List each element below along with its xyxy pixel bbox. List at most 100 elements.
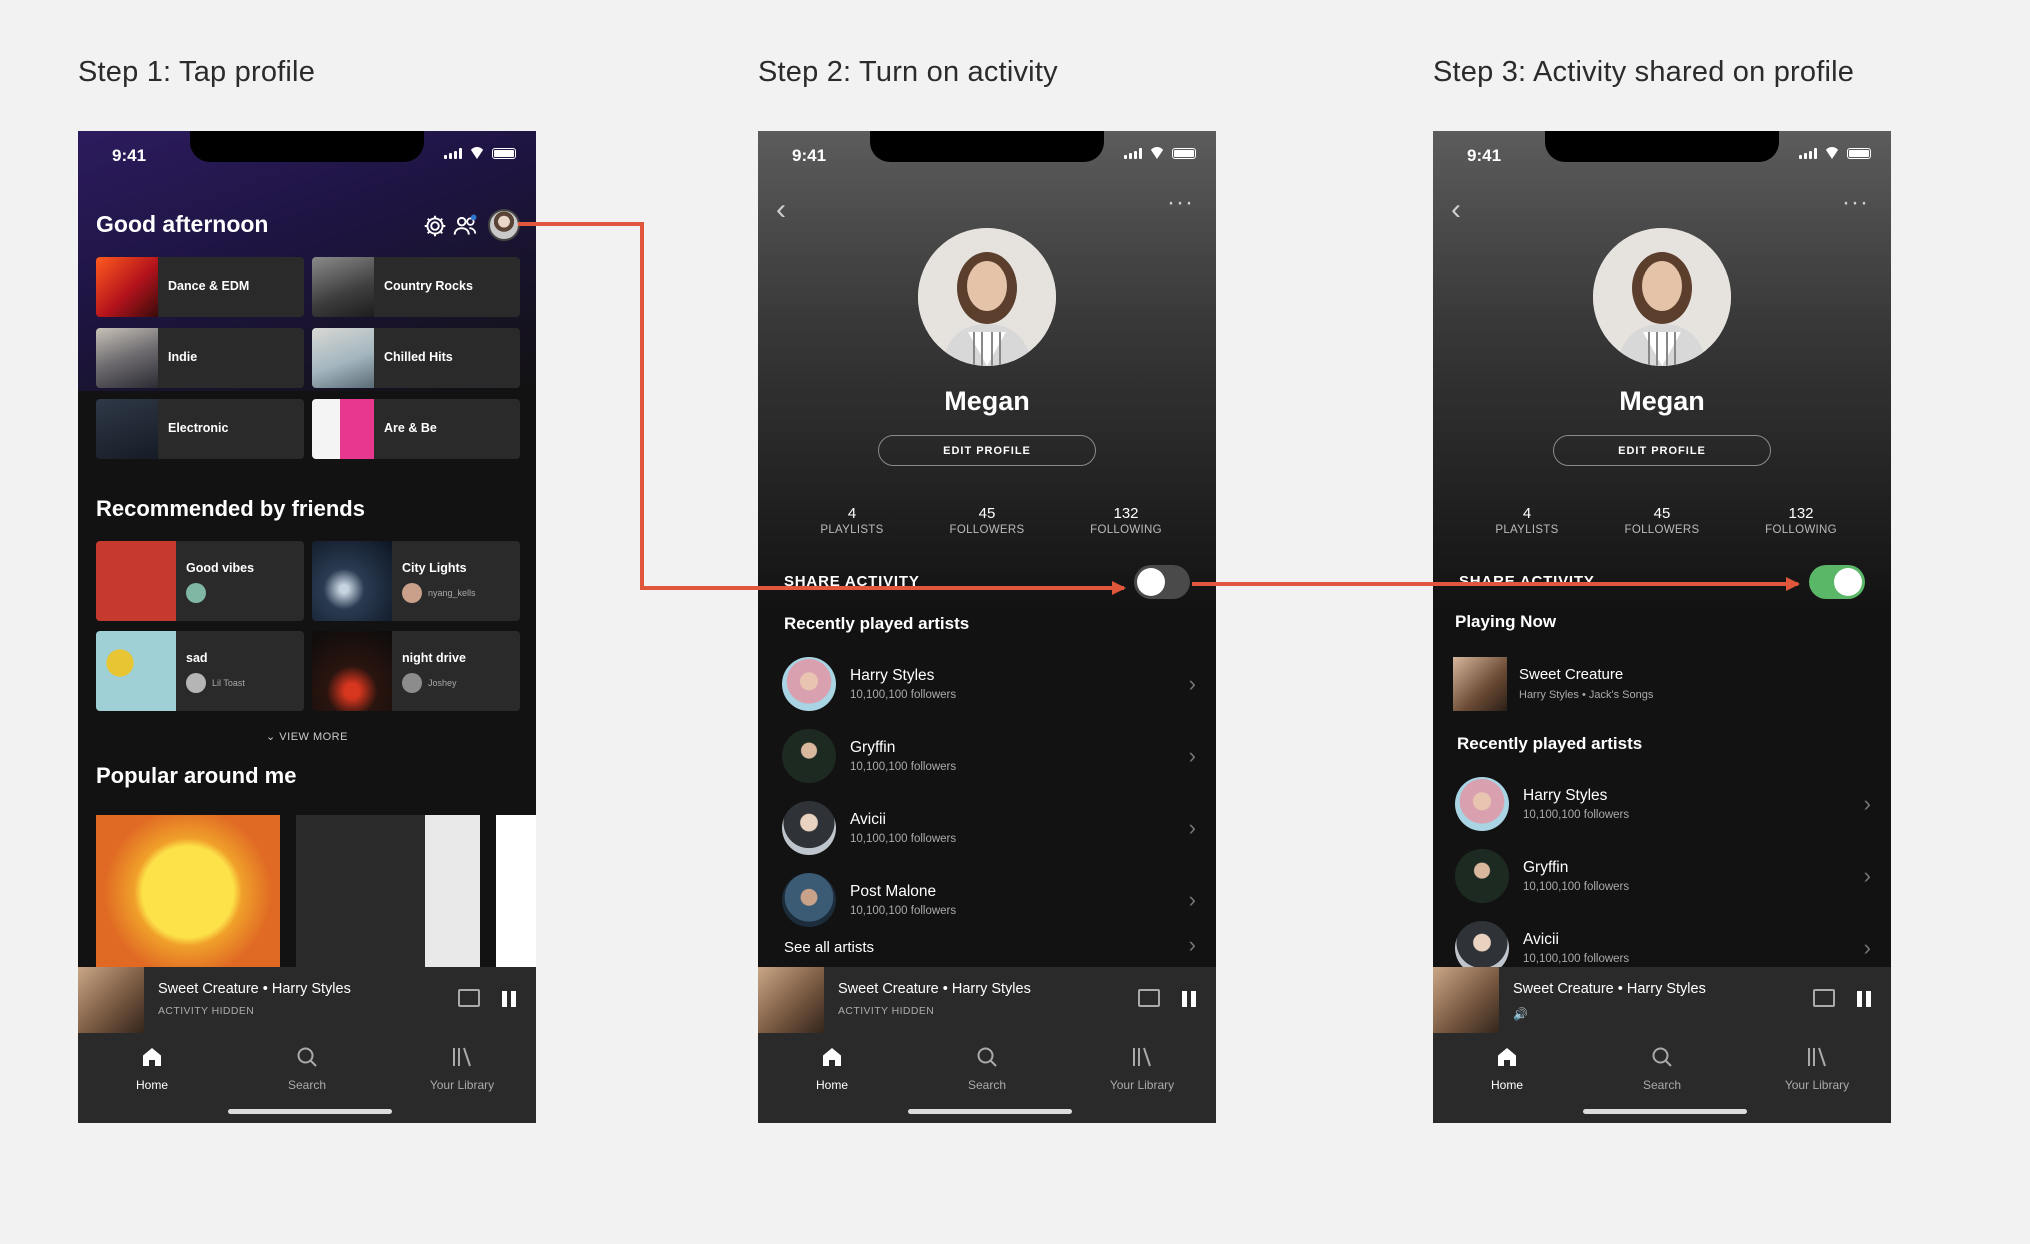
artist-followers: 10,100,100 followers xyxy=(1523,809,1630,821)
artist-followers: 10,100,100 followers xyxy=(1523,881,1630,893)
see-all-artists-link[interactable]: See all artists xyxy=(784,939,874,956)
nav-home-label: Home xyxy=(1490,1078,1523,1092)
artist-row[interactable]: Post Malone 10,100,100 followers › xyxy=(758,873,1216,933)
stat-followers[interactable]: 45 FOLLOWERS xyxy=(927,505,1047,536)
recent-artists-title: Recently played artists xyxy=(784,614,970,633)
shortcut-tile[interactable]: Dance & EDM xyxy=(96,257,304,317)
edit-profile-button[interactable]: EDIT PROFILE xyxy=(1553,435,1771,466)
pause-icon[interactable] xyxy=(1857,991,1871,1007)
chevron-right-icon: › xyxy=(1188,932,1196,957)
home-icon xyxy=(823,1048,841,1066)
profile-name: Megan xyxy=(944,386,1030,416)
home-indicator xyxy=(228,1109,392,1114)
tile-art xyxy=(312,257,374,317)
share-activity-toggle[interactable] xyxy=(1134,565,1190,599)
stat-playlists[interactable]: 4 PLAYLISTS xyxy=(1467,505,1587,536)
status-icons xyxy=(1124,147,1196,159)
mini-player-art xyxy=(78,967,144,1033)
playing-now-art xyxy=(1453,657,1507,711)
notch xyxy=(1545,131,1779,162)
artist-row[interactable]: Harry Styles 10,100,100 followers › xyxy=(758,657,1216,717)
artist-followers: 10,100,100 followers xyxy=(850,689,957,701)
card-owner: Lil Toast xyxy=(186,673,245,693)
pause-icon[interactable] xyxy=(502,991,516,1007)
nav-library[interactable]: Your Library xyxy=(1757,1043,1877,1092)
gear-icon[interactable] xyxy=(422,213,448,239)
view-more-button[interactable]: ⌄ VIEW MORE xyxy=(78,730,536,743)
battery-icon xyxy=(1847,148,1871,159)
artist-photo xyxy=(782,657,836,711)
artist-row[interactable]: Harry Styles 10,100,100 followers › xyxy=(1433,777,1891,837)
stat-following[interactable]: 132 FOLLOWING xyxy=(1066,505,1186,536)
friends-icon[interactable] xyxy=(452,213,478,239)
stat-followers[interactable]: 45 FOLLOWERS xyxy=(1602,505,1722,536)
speaker-icon: 🔊 xyxy=(1513,1007,1528,1021)
card-label: sad xyxy=(186,651,208,665)
mini-player[interactable]: Sweet Creature • Harry Styles 🔊 xyxy=(1433,967,1891,1033)
recommended-card[interactable]: City Lights nyang_kells xyxy=(312,541,520,621)
stat-playlists[interactable]: 4 PLAYLISTS xyxy=(792,505,912,536)
shortcut-tile[interactable]: Electronic xyxy=(96,399,304,459)
mini-player[interactable]: Sweet Creature • Harry Styles ACTIVITY H… xyxy=(758,967,1216,1033)
devices-icon[interactable] xyxy=(1138,989,1160,1007)
shortcut-tile[interactable]: Country Rocks xyxy=(312,257,520,317)
devices-icon[interactable] xyxy=(1813,989,1835,1007)
owner-avatar xyxy=(402,583,422,603)
nav-search[interactable]: Search xyxy=(1602,1043,1722,1092)
nav-search[interactable]: Search xyxy=(927,1043,1047,1092)
shortcut-tile[interactable]: Are & Be xyxy=(312,399,520,459)
nav-home[interactable]: Home xyxy=(772,1043,892,1092)
mini-player[interactable]: Sweet Creature • Harry Styles ACTIVITY H… xyxy=(78,967,536,1033)
recommended-card[interactable]: night drive Joshey xyxy=(312,631,520,711)
signal-icon xyxy=(444,148,462,159)
edit-profile-button[interactable]: EDIT PROFILE xyxy=(878,435,1096,466)
profile-avatar-button[interactable] xyxy=(488,209,520,241)
popular-card[interactable] xyxy=(296,815,480,969)
artist-name: Avicii xyxy=(850,811,886,828)
artist-row[interactable]: Avicii 10,100,100 followers › xyxy=(758,801,1216,861)
back-chevron-icon[interactable]: ‹ xyxy=(1451,193,1461,227)
shortcut-tile[interactable]: Indie xyxy=(96,328,304,388)
nav-home[interactable]: Home xyxy=(1447,1043,1567,1092)
nav-search[interactable]: Search xyxy=(247,1043,367,1092)
nav-home[interactable]: Home xyxy=(92,1043,212,1092)
battery-icon xyxy=(1172,148,1196,159)
card-art xyxy=(96,631,176,711)
artist-photo xyxy=(782,729,836,783)
devices-icon[interactable] xyxy=(458,989,480,1007)
artist-row[interactable]: Gryffin 10,100,100 followers › xyxy=(758,729,1216,789)
nav-home-label: Home xyxy=(815,1078,848,1092)
nav-library[interactable]: Your Library xyxy=(1082,1043,1202,1092)
artist-followers: 10,100,100 followers xyxy=(850,833,957,845)
playing-now-item[interactable]: Sweet Creature Harry Styles • Jack's Son… xyxy=(1453,657,1873,717)
artist-name: Gryffin xyxy=(1523,859,1569,876)
artist-row[interactable]: Gryffin 10,100,100 followers › xyxy=(1433,849,1891,909)
recommended-card[interactable]: Good vibes xyxy=(96,541,304,621)
tile-label: Electronic xyxy=(168,421,229,435)
popular-card[interactable] xyxy=(96,815,280,969)
recommended-card[interactable]: sad Lil Toast xyxy=(96,631,304,711)
toggle-knob xyxy=(1137,568,1165,596)
chevron-right-icon: › xyxy=(1188,887,1196,912)
more-options-icon[interactable]: ··· xyxy=(1167,189,1194,217)
wifi-icon xyxy=(1824,147,1840,159)
mini-player-art xyxy=(758,967,824,1033)
stat-following[interactable]: 132 FOLLOWING xyxy=(1741,505,1861,536)
search-icon xyxy=(297,1047,317,1067)
shortcut-tile[interactable]: Chilled Hits xyxy=(312,328,520,388)
nav-library[interactable]: Your Library xyxy=(402,1043,522,1092)
share-activity-toggle[interactable] xyxy=(1809,565,1865,599)
wifi-icon xyxy=(1149,147,1165,159)
popular-card[interactable] xyxy=(496,815,536,969)
nav-home-label: Home xyxy=(135,1078,168,1092)
artist-photo xyxy=(1455,849,1509,903)
nav-library-label: Your Library xyxy=(1109,1078,1175,1092)
more-options-icon[interactable]: ··· xyxy=(1842,189,1869,217)
pause-icon[interactable] xyxy=(1182,991,1196,1007)
card-owner: Joshey xyxy=(402,673,457,693)
back-chevron-icon[interactable]: ‹ xyxy=(776,193,786,227)
mini-player-track: Sweet Creature • Harry Styles xyxy=(1513,981,1706,997)
phone-profile-activity-off: 9:41 ‹ ··· Megan EDIT PROFILE 4 PLAYLISTS… xyxy=(758,131,1216,1123)
artist-followers: 10,100,100 followers xyxy=(1523,953,1630,965)
notch xyxy=(870,131,1104,162)
